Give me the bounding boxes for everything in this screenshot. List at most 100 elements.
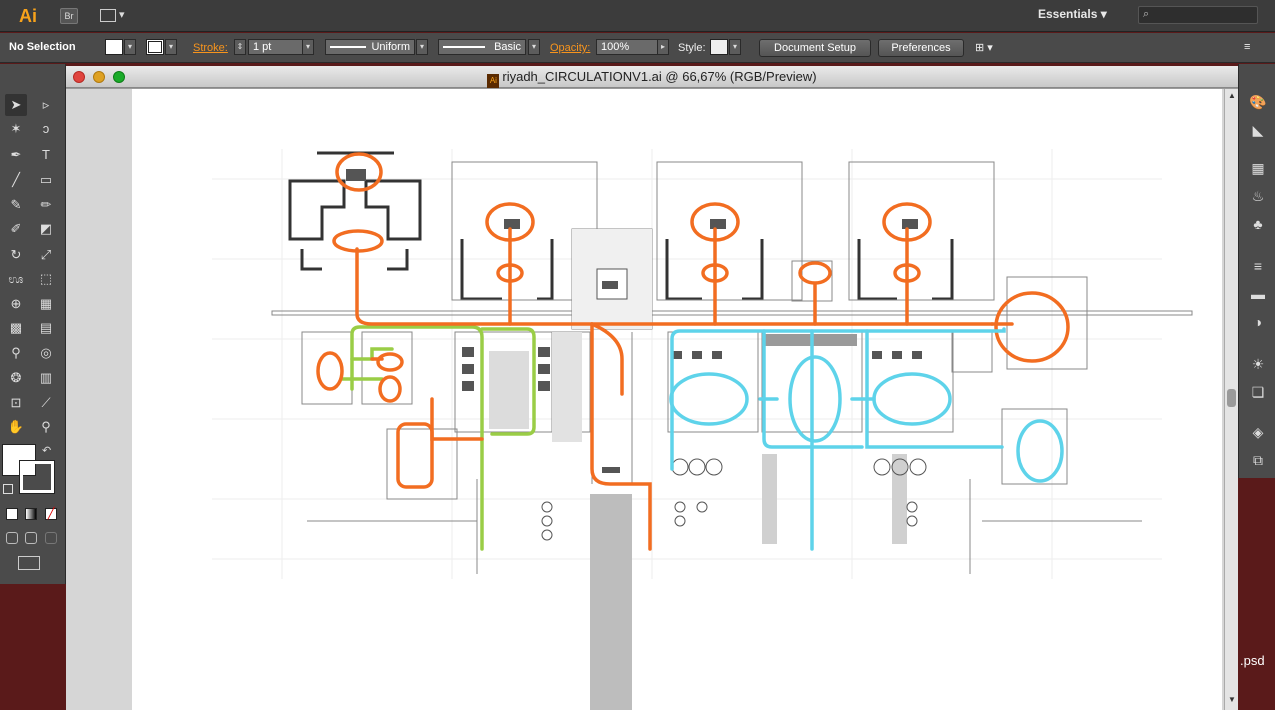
- screen-mode-icon[interactable]: [18, 556, 40, 570]
- search-icon: ⌕: [1143, 8, 1150, 20]
- stroke-weight-dropdown[interactable]: ▾: [302, 39, 314, 55]
- lasso-tool-icon[interactable]: ↄ: [35, 118, 57, 140]
- scroll-up-icon[interactable]: ▲: [1227, 91, 1237, 101]
- swatches-icon[interactable]: ▦: [1248, 158, 1268, 178]
- symbols-icon[interactable]: ♣: [1248, 214, 1268, 234]
- arrange-documents-icon: [100, 8, 116, 22]
- magic-wand-tool-icon[interactable]: ✶: [5, 118, 27, 140]
- workspace-switcher[interactable]: Essentials ▾: [1038, 7, 1107, 21]
- color-guide-icon[interactable]: 🎨: [1248, 92, 1268, 112]
- symbol-sprayer-tool-icon[interactable]: ❂: [5, 367, 27, 389]
- control-bar: No Selection ▾ ▾ Stroke: ⇕ 1 pt ▾ Unifor…: [0, 33, 1275, 63]
- pasteboard[interactable]: [66, 89, 1224, 710]
- profile-dropdown[interactable]: ▾: [416, 39, 428, 55]
- brush-label: Basic: [494, 41, 521, 53]
- document-title-bar: Ai riyadh_CIRCULATIONV1.ai @ 66,67% (RGB/…: [66, 66, 1238, 88]
- hand-tool-icon[interactable]: ✋: [5, 416, 27, 438]
- line-tool-icon[interactable]: ╱: [5, 169, 27, 191]
- appearance-icon[interactable]: ☀: [1248, 354, 1268, 374]
- color-panel-icon[interactable]: ◣: [1248, 120, 1268, 140]
- selection-status: No Selection: [9, 41, 76, 53]
- orange-rooms: [316, 152, 1070, 489]
- fill-dropdown[interactable]: ▾: [124, 39, 136, 55]
- stroke-weight-field[interactable]: 1 pt: [248, 39, 304, 55]
- brush-dropdown[interactable]: ▾: [528, 39, 540, 55]
- brushes-icon[interactable]: ♨: [1248, 186, 1268, 206]
- transparency-icon[interactable]: ◑: [1248, 312, 1268, 332]
- selection-tool-icon[interactable]: ➤: [5, 94, 27, 116]
- background-grid: [212, 149, 1162, 579]
- default-colors-icon[interactable]: [3, 484, 13, 494]
- graphic-style-dropdown[interactable]: ▾: [729, 39, 741, 55]
- paintbrush-tool-icon[interactable]: ✎: [5, 194, 27, 216]
- opacity-field[interactable]: 100%: [596, 39, 658, 55]
- stroke-weight-stepper[interactable]: ⇕: [234, 39, 246, 55]
- stroke-panel-icon[interactable]: ≡: [1248, 256, 1268, 276]
- select-similar-icon[interactable]: ⊞ ▾: [975, 41, 993, 54]
- artboards-icon[interactable]: ⧉: [1248, 450, 1268, 470]
- none-mode-icon[interactable]: ╱: [45, 508, 57, 520]
- shape-builder-tool-icon[interactable]: ⊕: [5, 293, 27, 315]
- opacity-label[interactable]: Opacity:: [550, 42, 590, 54]
- stroke-label[interactable]: Stroke:: [193, 42, 228, 54]
- bridge-button[interactable]: Br: [60, 8, 78, 24]
- opacity-dropdown[interactable]: ▸: [657, 39, 669, 55]
- building-thin-lines: [271, 161, 1193, 574]
- ai-document-icon: Ai: [487, 74, 500, 88]
- application-bar: Ai Br ▾ Essentials ▾ ⌕: [0, 0, 1275, 32]
- rotate-tool-icon[interactable]: ↻: [5, 244, 27, 266]
- slice-tool-icon[interactable]: ⟋: [35, 392, 57, 414]
- stroke-dropdown[interactable]: ▾: [165, 39, 177, 55]
- tools-panel: ➤ ▹ ✶ ↄ ✒ T ╱ ▭ ✎ ✏ ✐ ◩ ↻ ⤢ ಊ ⬚ ⊕ ▦ ▩ ▤ …: [0, 64, 66, 584]
- brush-line-icon: [443, 46, 485, 48]
- warp-tool-icon[interactable]: ಊ: [5, 268, 27, 290]
- perspective-grid-tool-icon[interactable]: ▦: [35, 293, 57, 315]
- mesh-tool-icon[interactable]: ▩: [5, 317, 27, 339]
- gradient-tool-icon[interactable]: ▤: [35, 317, 57, 339]
- preferences-button[interactable]: Preferences: [878, 39, 964, 57]
- stroke-swatch[interactable]: [146, 39, 164, 55]
- scale-tool-icon[interactable]: ⤢: [35, 244, 57, 266]
- document-setup-button[interactable]: Document Setup: [759, 39, 871, 57]
- document-window: Ai riyadh_CIRCULATIONV1.ai @ 66,67% (RGB/…: [66, 66, 1238, 710]
- layers-icon[interactable]: ◈: [1248, 422, 1268, 442]
- rectangle-tool-icon[interactable]: ▭: [35, 169, 57, 191]
- document-title: riyadh_CIRCULATIONV1.ai @ 66,67% (RGB/Pr…: [502, 69, 817, 84]
- search-input[interactable]: ⌕: [1138, 6, 1258, 24]
- illustrator-logo: Ai: [19, 6, 37, 26]
- fill-swatch[interactable]: [105, 39, 123, 55]
- draw-behind-icon[interactable]: [25, 532, 37, 544]
- graphic-style-swatch[interactable]: [710, 39, 728, 55]
- swap-fill-stroke-icon[interactable]: ↶: [42, 444, 51, 457]
- type-tool-icon[interactable]: T: [35, 144, 57, 166]
- vertical-scrollbar[interactable]: ▲ ▼: [1224, 89, 1238, 710]
- stroke-color-box[interactable]: [19, 460, 55, 494]
- circulation-plan-drawing[interactable]: [132, 89, 1222, 710]
- arrange-documents-button[interactable]: ▾: [100, 8, 128, 24]
- direct-selection-tool-icon[interactable]: ▹: [35, 94, 57, 116]
- artboard-tool-icon[interactable]: ⊡: [5, 392, 27, 414]
- gradient-mode-icon[interactable]: [25, 508, 37, 520]
- desktop-file-label[interactable]: .psd: [1240, 653, 1265, 668]
- artboard[interactable]: [132, 89, 1222, 710]
- graphic-styles-icon[interactable]: ❏: [1248, 382, 1268, 402]
- pencil-tool-icon[interactable]: ✏: [35, 194, 57, 216]
- workspace-label: Essentials: [1038, 7, 1098, 21]
- blend-tool-icon[interactable]: ◎: [35, 342, 57, 364]
- draw-inside-icon[interactable]: [45, 532, 57, 544]
- eraser-tool-icon[interactable]: ◩: [35, 218, 57, 240]
- blob-brush-tool-icon[interactable]: ✐: [5, 218, 27, 240]
- draw-normal-icon[interactable]: [6, 532, 18, 544]
- eyedropper-tool-icon[interactable]: ⚲: [5, 342, 27, 364]
- free-transform-tool-icon[interactable]: ⬚: [35, 268, 57, 290]
- variable-width-profile[interactable]: Uniform: [325, 39, 415, 55]
- color-mode-icon[interactable]: [6, 508, 18, 520]
- pen-tool-icon[interactable]: ✒: [5, 144, 27, 166]
- column-graph-tool-icon[interactable]: ▥: [35, 367, 57, 389]
- gradient-panel-icon[interactable]: ▬: [1248, 284, 1268, 304]
- scrollbar-thumb[interactable]: [1227, 389, 1236, 407]
- scroll-down-icon[interactable]: ▼: [1227, 695, 1237, 705]
- panel-menu-icon[interactable]: ≡: [1244, 41, 1250, 53]
- brush-definition[interactable]: Basic: [438, 39, 526, 55]
- zoom-tool-icon[interactable]: ⚲: [35, 416, 57, 438]
